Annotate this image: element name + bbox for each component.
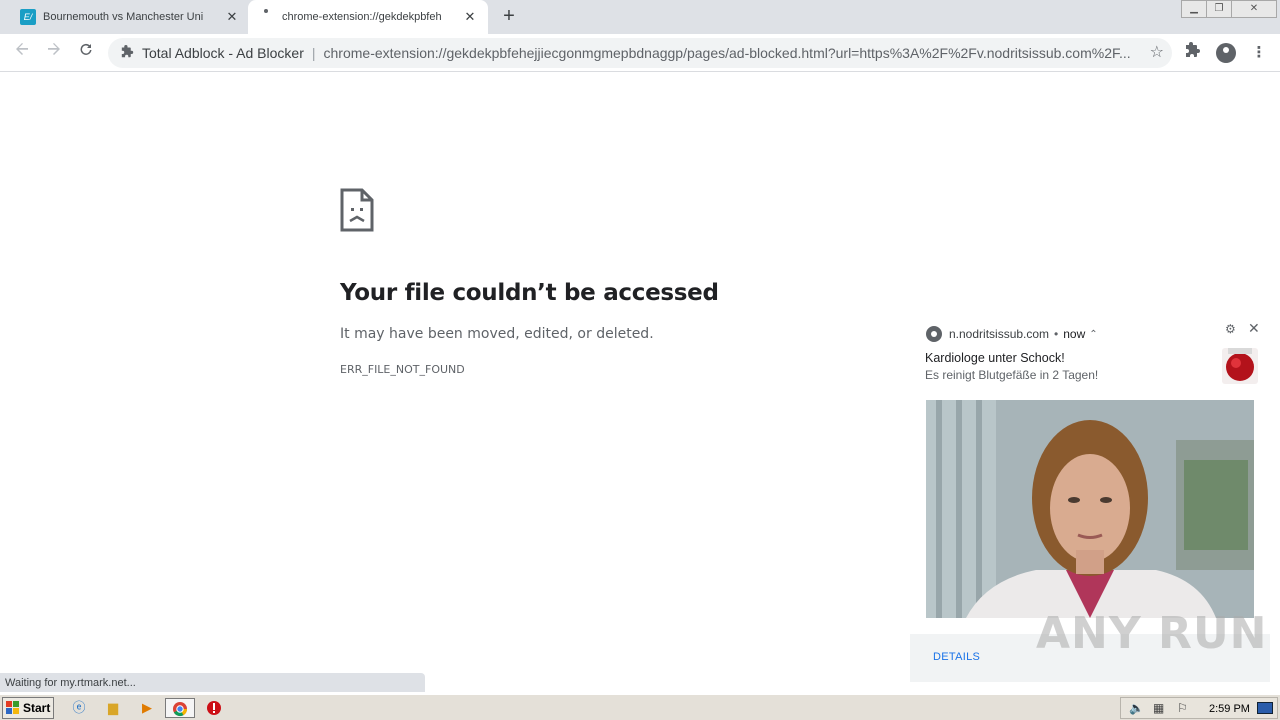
show-desktop-icon[interactable]: [1257, 702, 1273, 714]
notification-source: n.nodritsissub.com: [949, 327, 1050, 341]
reload-icon[interactable]: [74, 41, 98, 65]
error-code: ERR_FILE_NOT_FOUND: [340, 363, 465, 376]
menu-kebab-icon[interactable]: ⋮: [1248, 42, 1270, 64]
tab-close-icon[interactable]: ✕: [462, 9, 478, 25]
new-tab-button[interactable]: +: [498, 5, 520, 27]
back-arrow-icon[interactable]: [10, 41, 34, 65]
url-text[interactable]: chrome-extension://gekdekpbfehejjiecgonm…: [324, 45, 1140, 61]
extensions-puzzle-icon[interactable]: [1182, 42, 1204, 64]
chrome-taskbar-icon[interactable]: [165, 698, 195, 718]
close-icon[interactable]: ✕: [1248, 320, 1260, 337]
minimize-icon[interactable]: ▁: [1181, 0, 1207, 18]
address-separator: |: [311, 45, 316, 61]
opera-icon[interactable]: [203, 698, 225, 718]
address-bar[interactable]: Total Adblock - Ad Blocker | chrome-exte…: [108, 38, 1172, 68]
start-button[interactable]: Start: [2, 697, 54, 719]
error-description: It may have been moved, edited, or delet…: [340, 326, 654, 342]
window-close-icon[interactable]: ✕: [1231, 0, 1277, 18]
windows-flag-icon: [6, 701, 19, 714]
loading-favicon-icon: [264, 9, 268, 13]
extension-name: Total Adblock - Ad Blocker: [142, 45, 304, 61]
internet-explorer-icon[interactable]: ⓔ: [68, 698, 90, 718]
notification-header: n.nodritsissub.com • now ⌃: [926, 326, 1098, 342]
sad-file-icon: [340, 188, 374, 232]
clock[interactable]: 2:59 PM: [1209, 703, 1250, 715]
notification-title: Kardiologe unter Schock!: [925, 351, 1065, 365]
media-player-icon[interactable]: ▶: [136, 698, 158, 718]
action-center-flag-icon[interactable]: ⚐: [1177, 701, 1188, 715]
profile-avatar-icon[interactable]: [1216, 43, 1236, 63]
tab-close-icon[interactable]: ✕: [224, 9, 240, 25]
network-icon[interactable]: ▦: [1153, 701, 1164, 715]
tab-title: Bournemouth vs Manchester United: [43, 11, 203, 23]
notification-dot: •: [1054, 327, 1059, 341]
folder-icon[interactable]: ▆: [102, 698, 124, 718]
bookmark-star-icon[interactable]: ☆: [1150, 44, 1164, 62]
windows-taskbar: Start ⓔ ▆ ▶ 🔈 ▦ ⚐ 2:59 PM: [0, 694, 1280, 720]
notification-image: [926, 400, 1254, 618]
window-controls: ▁ ❐ ✕: [1181, 0, 1277, 18]
tab-title: chrome-extension://gekdekpbfehejj: [282, 11, 442, 23]
tab-extension-page[interactable]: chrome-extension://gekdekpbfehejj ✕: [248, 0, 488, 34]
start-label: Start: [23, 701, 51, 715]
notification-thumbnail: [1222, 348, 1258, 384]
speaker-icon[interactable]: 🔈: [1129, 701, 1144, 715]
restore-icon[interactable]: ❐: [1206, 0, 1232, 18]
notification-body: Es reinigt Blutgefäße in 2 Tagen!: [925, 368, 1099, 382]
tab-bournemouth[interactable]: E/ Bournemouth vs Manchester United ✕: [0, 0, 246, 34]
system-tray: 🔈 ▦ ⚐ 2:59 PM: [1120, 697, 1278, 719]
tab-strip: E/ Bournemouth vs Manchester United ✕ ch…: [0, 0, 1280, 34]
browser-toolbar: Total Adblock - Ad Blocker | chrome-exte…: [0, 34, 1280, 72]
notification-time: now: [1063, 327, 1086, 341]
forward-arrow-icon[interactable]: [42, 41, 66, 65]
status-bubble: Waiting for my.rtmark.net...: [0, 673, 425, 692]
chrome-icon: [926, 326, 942, 342]
chevron-up-icon[interactable]: ⌃: [1089, 329, 1097, 340]
site-favicon-icon: E/: [20, 9, 36, 25]
error-title: Your file couldn’t be accessed: [340, 280, 719, 306]
gear-icon[interactable]: ⚙: [1225, 322, 1236, 336]
watermark-text: ANY RUN: [1036, 608, 1268, 659]
details-button[interactable]: DETAILS: [933, 651, 980, 663]
puzzle-piece-icon: [118, 45, 136, 61]
